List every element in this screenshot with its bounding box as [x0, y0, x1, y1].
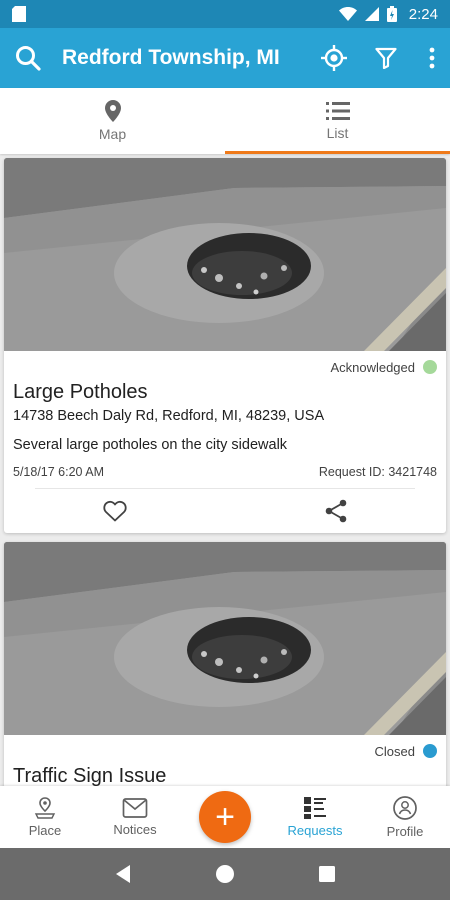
- nav-profile-label: Profile: [386, 824, 424, 839]
- nav-notices[interactable]: Notices: [90, 786, 180, 848]
- more-vert-icon: [429, 47, 435, 69]
- tab-map[interactable]: Map: [0, 88, 225, 154]
- nav-profile[interactable]: Profile: [360, 786, 450, 848]
- list-icon: [325, 102, 350, 120]
- search-button[interactable]: [0, 28, 56, 88]
- nav-place[interactable]: Place: [0, 786, 90, 848]
- my-location-button[interactable]: [310, 28, 358, 88]
- nav-requests-label: Requests: [287, 823, 343, 838]
- status-bar: 2:24: [0, 0, 450, 28]
- like-button[interactable]: [4, 500, 225, 522]
- pothole-photo: [4, 542, 446, 735]
- tab-list[interactable]: List: [225, 88, 450, 154]
- status-indicator: Acknowledged: [13, 359, 437, 375]
- crosshair-icon: [321, 45, 347, 71]
- nav-place-label: Place: [28, 823, 62, 838]
- location-title[interactable]: Redford Township, MI: [56, 46, 310, 70]
- pothole-photo: [4, 158, 446, 351]
- request-title: Large Potholes: [13, 381, 148, 403]
- recents-icon[interactable]: [318, 865, 336, 883]
- status-indicator: Closed: [13, 743, 437, 759]
- request-id: Request ID: 3421748: [318, 465, 437, 479]
- status-label: Closed: [374, 743, 415, 759]
- status-label: Acknowledged: [330, 359, 415, 375]
- profile-icon: [393, 796, 417, 820]
- wifi-icon: [338, 7, 357, 21]
- system-navigation-bar: [0, 848, 450, 900]
- tab-list-label: List: [326, 125, 349, 141]
- nav-add: +: [180, 786, 270, 848]
- tab-map-label: Map: [98, 126, 127, 142]
- envelope-icon: [122, 798, 148, 818]
- request-title: Traffic Sign Issue: [13, 765, 167, 786]
- status-dot: [423, 360, 437, 374]
- place-icon: [34, 797, 56, 819]
- heart-icon: [102, 500, 127, 522]
- request-description: Several large potholes on the city sidew…: [13, 437, 288, 453]
- filter-icon: [375, 47, 397, 69]
- request-address: 14738 Beech Daly Rd, Redford, MI, 48239,…: [13, 408, 325, 424]
- status-dot: [423, 744, 437, 758]
- request-datetime: 5/18/17 6:20 AM: [13, 465, 105, 479]
- map-pin-icon: [104, 100, 121, 122]
- bottom-navigation: Place Notices + Requests Profile: [0, 786, 450, 848]
- share-button[interactable]: [225, 499, 446, 523]
- request-card[interactable]: Closed Traffic Sign Issue: [4, 542, 446, 786]
- status-time: 2:24: [408, 5, 438, 23]
- search-icon: [16, 46, 41, 71]
- add-request-button[interactable]: +: [199, 791, 251, 843]
- home-icon[interactable]: [215, 864, 235, 884]
- request-list[interactable]: Acknowledged Large Potholes 14738 Beech …: [0, 154, 450, 786]
- battery-icon: [386, 6, 397, 22]
- view-tabs: Map List: [0, 88, 450, 154]
- back-icon[interactable]: [114, 864, 132, 884]
- signal-icon: [364, 7, 379, 21]
- nav-requests[interactable]: Requests: [270, 786, 360, 848]
- request-card[interactable]: Acknowledged Large Potholes 14738 Beech …: [4, 158, 446, 533]
- sd-card-icon: [12, 6, 26, 22]
- overflow-menu-button[interactable]: [414, 28, 450, 88]
- app-bar: Redford Township, MI: [0, 28, 450, 88]
- filter-button[interactable]: [358, 28, 414, 88]
- nav-notices-label: Notices: [113, 822, 157, 837]
- requests-icon: [304, 797, 326, 819]
- share-icon: [325, 499, 346, 523]
